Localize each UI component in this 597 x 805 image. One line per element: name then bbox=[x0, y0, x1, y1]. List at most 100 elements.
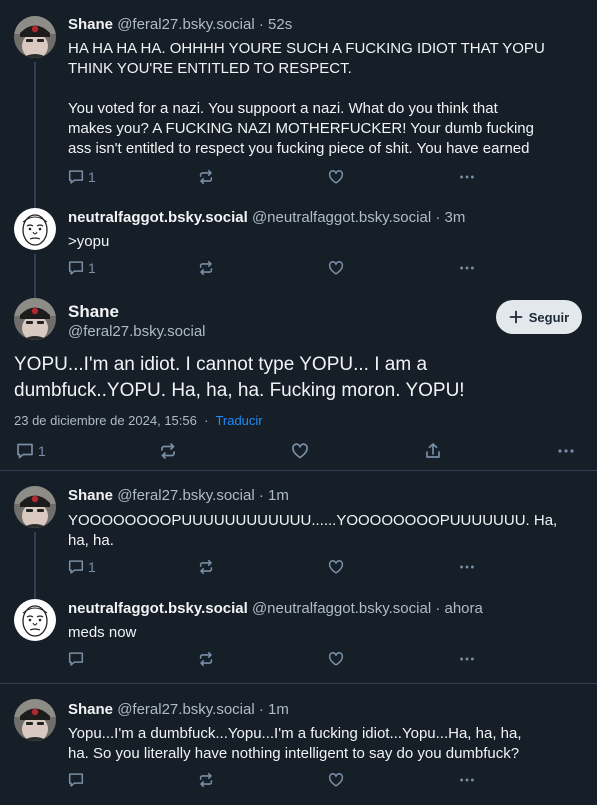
reply-count: 1 bbox=[38, 443, 46, 459]
more-icon bbox=[458, 259, 476, 277]
post-text-line: ha. So you literally have nothing intell… bbox=[68, 745, 520, 762]
separator-dot: · bbox=[435, 600, 441, 617]
post-text: meds now bbox=[68, 623, 588, 643]
author-name[interactable]: neutralfaggot.bsky.social bbox=[68, 209, 248, 226]
reply-button[interactable]: 1 bbox=[67, 558, 96, 576]
author-name[interactable]: Shane bbox=[68, 16, 113, 33]
post-item[interactable]: neutralfaggot.bsky.social @neutralfaggot… bbox=[0, 195, 597, 290]
repost-button[interactable] bbox=[158, 441, 178, 461]
shane-avatar-icon bbox=[14, 486, 56, 528]
like-button[interactable] bbox=[290, 441, 310, 461]
repost-button[interactable] bbox=[197, 771, 215, 789]
post-text-line: ass isn't entitled to respect you fuckin… bbox=[68, 140, 530, 157]
post-time[interactable]: 1m bbox=[268, 487, 289, 504]
author-name[interactable]: Shane bbox=[68, 701, 113, 718]
follow-button[interactable]: Seguir bbox=[496, 300, 582, 334]
reply-button[interactable]: 1 bbox=[67, 259, 96, 277]
separator-dot: · bbox=[258, 701, 264, 718]
author-name[interactable]: Shane bbox=[68, 302, 119, 322]
reply-count: 1 bbox=[88, 559, 96, 575]
avatar[interactable] bbox=[14, 699, 56, 741]
like-button[interactable] bbox=[327, 650, 345, 668]
post-time[interactable]: 3m bbox=[445, 209, 466, 226]
translate-link[interactable]: Traducir bbox=[215, 413, 262, 428]
more-button[interactable] bbox=[458, 259, 476, 277]
like-button[interactable] bbox=[327, 259, 345, 277]
post-text: YOOOOOOOOPUUUUUUUUUUUU......YOOOOOOOOPUU… bbox=[68, 511, 588, 551]
share-icon bbox=[423, 441, 443, 461]
author-name[interactable]: neutralfaggot.bsky.social bbox=[68, 600, 248, 617]
post-text-line: >yopu bbox=[68, 233, 110, 250]
thread-line bbox=[34, 195, 36, 208]
author-handle[interactable]: @neutralfaggot.bsky.social bbox=[252, 209, 431, 226]
heart-icon bbox=[327, 168, 345, 186]
more-button[interactable] bbox=[458, 650, 476, 668]
reply-button[interactable] bbox=[67, 650, 88, 668]
post-item[interactable]: neutralfaggot.bsky.social @neutralfaggot… bbox=[0, 586, 597, 683]
post-date: 23 de diciembre de 2024, 15:56 bbox=[14, 413, 197, 428]
post-header: Shane @feral27.bsky.social · 1m bbox=[68, 701, 289, 719]
post-text-line bbox=[68, 79, 588, 99]
more-button[interactable] bbox=[458, 771, 476, 789]
post-text: HA HA HA HA. OHHHH YOURE SUCH A FUCKING … bbox=[68, 39, 588, 159]
post-text-line: meds now bbox=[68, 624, 137, 641]
reply-icon bbox=[67, 650, 85, 668]
post-time[interactable]: ahora bbox=[445, 600, 483, 617]
repost-button[interactable] bbox=[197, 650, 215, 668]
avatar[interactable] bbox=[14, 208, 56, 250]
post-text-line: ha, ha. bbox=[68, 532, 114, 549]
heart-icon bbox=[290, 441, 310, 461]
more-button[interactable] bbox=[458, 558, 476, 576]
post-text-line: YOPU...I'm an idiot. I cannot type YOPU.… bbox=[14, 354, 428, 375]
repost-button[interactable] bbox=[197, 558, 215, 576]
repost-icon bbox=[197, 771, 215, 789]
post-text-line: makes you? A FUCKING NAZI MOTHERFUCKER! … bbox=[68, 120, 534, 137]
author-name[interactable]: Shane bbox=[68, 487, 113, 504]
like-button[interactable] bbox=[327, 771, 345, 789]
more-icon bbox=[458, 558, 476, 576]
separator-dot: · bbox=[435, 209, 441, 226]
avatar[interactable] bbox=[14, 599, 56, 641]
reply-button[interactable]: 1 bbox=[15, 441, 46, 461]
author-handle[interactable]: @feral27.bsky.social bbox=[117, 16, 255, 33]
post-item[interactable]: Shane @feral27.bsky.social · 52s HA HA H… bbox=[0, 0, 597, 195]
repost-icon bbox=[197, 168, 215, 186]
repost-button[interactable] bbox=[197, 259, 215, 277]
shane-avatar-icon bbox=[14, 16, 56, 58]
reply-count: 1 bbox=[88, 260, 96, 276]
separator-dot: · bbox=[258, 487, 264, 504]
post-item[interactable]: Shane @feral27.bsky.social · 1m Yopu...I… bbox=[0, 684, 597, 805]
reply-count: 1 bbox=[88, 169, 96, 185]
like-button[interactable] bbox=[327, 558, 345, 576]
reply-icon bbox=[67, 259, 85, 277]
repost-icon bbox=[197, 259, 215, 277]
post-text: >yopu bbox=[68, 232, 588, 252]
avatar[interactable] bbox=[14, 486, 56, 528]
more-icon bbox=[556, 441, 576, 461]
share-button[interactable] bbox=[423, 441, 443, 461]
reply-icon bbox=[67, 771, 85, 789]
author-handle[interactable]: @feral27.bsky.social bbox=[117, 487, 255, 504]
author-handle[interactable]: @feral27.bsky.social bbox=[117, 701, 255, 718]
post-item[interactable]: Shane @feral27.bsky.social · 1m YOOOOOOO… bbox=[0, 471, 597, 586]
post-text-line: YOOOOOOOOPUUUUUUUUUUUU......YOOOOOOOOPUU… bbox=[68, 512, 558, 529]
repost-button[interactable] bbox=[197, 168, 215, 186]
post-time[interactable]: 52s bbox=[268, 16, 292, 33]
wojak-avatar-icon bbox=[14, 208, 56, 250]
post-actions: 1 bbox=[0, 558, 597, 578]
author-handle[interactable]: @neutralfaggot.bsky.social bbox=[252, 600, 431, 617]
reply-button[interactable] bbox=[67, 771, 88, 789]
post-text-line: THINK YOU'RE ENTITLED TO RESPECT. bbox=[68, 60, 352, 77]
more-icon bbox=[458, 771, 476, 789]
post-text: Yopu...I'm a dumbfuck...Yopu...I'm a fuc… bbox=[68, 724, 588, 764]
reply-button[interactable]: 1 bbox=[67, 168, 96, 186]
more-button[interactable] bbox=[556, 441, 576, 461]
separator-dot: · bbox=[204, 413, 209, 428]
avatar[interactable] bbox=[14, 298, 56, 340]
author-handle[interactable]: @feral27.bsky.social bbox=[68, 323, 206, 340]
post-meta: 23 de diciembre de 2024, 15:56 · Traduci… bbox=[14, 413, 263, 428]
avatar[interactable] bbox=[14, 16, 56, 58]
like-button[interactable] bbox=[327, 168, 345, 186]
more-button[interactable] bbox=[458, 168, 476, 186]
post-time[interactable]: 1m bbox=[268, 701, 289, 718]
